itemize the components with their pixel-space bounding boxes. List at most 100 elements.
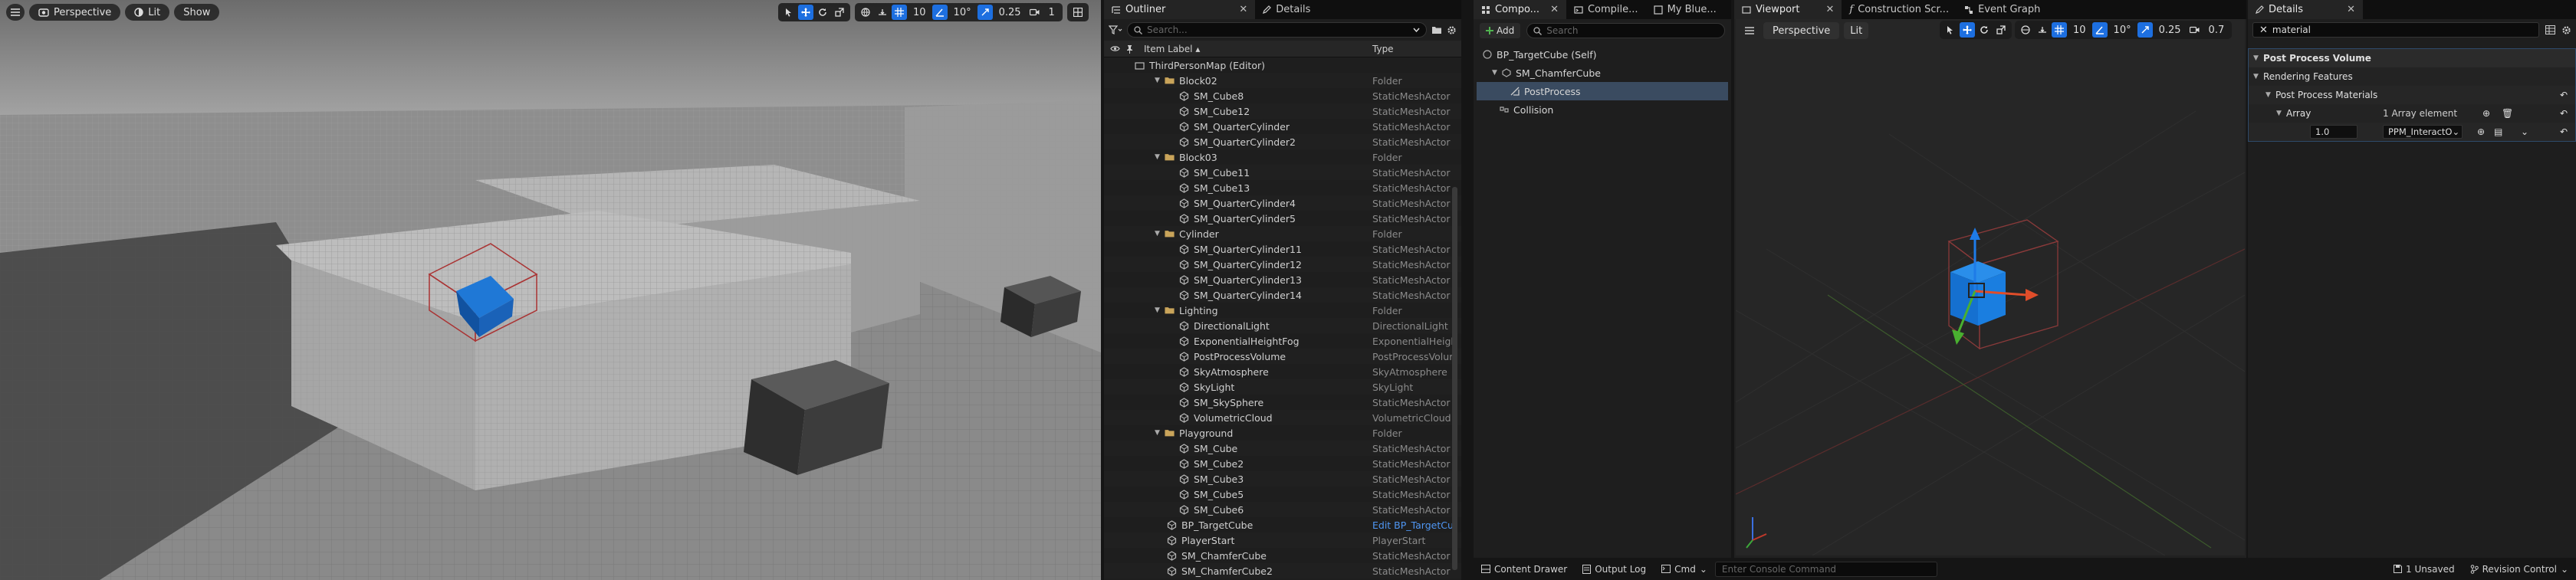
- col-type[interactable]: Type: [1372, 44, 1394, 54]
- outliner-actor-row[interactable]: SM_Cube5 StaticMeshActor: [1104, 487, 1461, 502]
- surface-snap-button[interactable]: [875, 5, 890, 20]
- rotation-snap-value[interactable]: 10°: [949, 7, 976, 18]
- browse-icon[interactable]: ▤: [2494, 126, 2502, 137]
- translate-mode-button[interactable]: [1960, 22, 1975, 38]
- chevron-down-icon[interactable]: ▼: [2276, 110, 2284, 117]
- outliner-actor-row[interactable]: SM_Cube13 StaticMeshActor: [1104, 180, 1461, 195]
- viewport-options-button[interactable]: [6, 4, 25, 21]
- outliner-actor-row[interactable]: SM_QuarterCylinder14 StaticMeshActor: [1104, 287, 1461, 303]
- grid-snap-toggle[interactable]: [2052, 22, 2067, 38]
- outliner-folder-row[interactable]: ▼ Cylinder Folder: [1104, 226, 1461, 241]
- section-rendering-features[interactable]: ▼ Rendering Features: [2249, 67, 2575, 86]
- trash-icon[interactable]: 🗑: [2502, 108, 2513, 119]
- filter-icon[interactable]: [1109, 25, 1122, 34]
- chevron-down-icon[interactable]: ⌄: [2521, 126, 2528, 137]
- add-component-button[interactable]: Add: [1480, 23, 1521, 38]
- outliner-actor-row[interactable]: SM_QuarterCylinder2 StaticMeshActor: [1104, 134, 1461, 149]
- settings-gear-icon[interactable]: [2561, 25, 2571, 35]
- scale-snap-toggle[interactable]: [977, 5, 993, 20]
- outliner-folder-row[interactable]: ▼ Lighting Folder: [1104, 303, 1461, 318]
- outliner-actor-row[interactable]: VolumetricCloud VolumetricCloud: [1104, 410, 1461, 425]
- perspective-button[interactable]: Perspective: [29, 4, 121, 21]
- unsaved-button[interactable]: 1 Unsaved: [2386, 558, 2463, 580]
- camera-speed-button[interactable]: [2187, 22, 2203, 38]
- close-icon[interactable]: ✕: [1550, 4, 1559, 15]
- tab-compiler[interactable]: Compile...: [1566, 0, 1646, 19]
- world-local-button[interactable]: [2018, 22, 2033, 38]
- settings-gear-icon[interactable]: [1447, 25, 1457, 35]
- component-item[interactable]: ▼ SM_ChamferCube: [1477, 64, 1728, 82]
- show-button[interactable]: Show: [174, 4, 220, 21]
- outliner-folder-row[interactable]: ▼ Playground Folder: [1104, 425, 1461, 441]
- outliner-actor-row[interactable]: DirectionalLight DirectionalLight: [1104, 318, 1461, 333]
- outliner-actor-row[interactable]: PlayerStart PlayerStart: [1104, 532, 1461, 548]
- outliner-actor-row[interactable]: SM_QuarterCylinder4 StaticMeshActor: [1104, 195, 1461, 211]
- details-search-input[interactable]: ✕ material: [2252, 22, 2539, 38]
- outliner-actor-row[interactable]: SkyAtmosphere SkyAtmosphere: [1104, 364, 1461, 379]
- weight-input[interactable]: 1.0: [2310, 125, 2358, 139]
- outliner-actor-row[interactable]: SM_Cube12 StaticMeshActor: [1104, 103, 1461, 119]
- tab-my-blueprint[interactable]: My Blue...: [1645, 0, 1724, 19]
- layout-button-inner[interactable]: [1070, 5, 1086, 20]
- component-item[interactable]: BP_TargetCube (Self): [1477, 45, 1728, 64]
- outliner-actor-row[interactable]: SM_Cube6 StaticMeshActor: [1104, 502, 1461, 517]
- reset-arrow-icon[interactable]: ↶: [2560, 108, 2568, 119]
- section-post-process-materials[interactable]: ▼ Post Process Materials ↶: [2249, 86, 2575, 104]
- outliner-actor-row[interactable]: SM_QuarterCylinder12 StaticMeshActor: [1104, 257, 1461, 272]
- outliner-actor-row[interactable]: SM_QuarterCylinder13 StaticMeshActor: [1104, 272, 1461, 287]
- outliner-actor-row[interactable]: SM_Cube3 StaticMeshActor: [1104, 471, 1461, 487]
- outliner-actor-row[interactable]: SM_QuarterCylinder StaticMeshActor: [1104, 119, 1461, 134]
- tab-construction-script[interactable]: f Construction Scr...: [1842, 0, 1957, 19]
- grid-snap-value[interactable]: 10: [909, 7, 931, 18]
- outliner-actor-row[interactable]: SkyLight SkyLight: [1104, 379, 1461, 395]
- outliner-actor-row[interactable]: SM_Cube StaticMeshActor: [1104, 441, 1461, 456]
- outliner-root-row[interactable]: ThirdPersonMap (Editor): [1104, 57, 1461, 73]
- view-mode-button[interactable]: Lit: [125, 4, 170, 21]
- console-command-input[interactable]: Enter Console Command: [1714, 561, 1937, 577]
- table-view-icon[interactable]: [2545, 25, 2555, 34]
- cmd-dropdown[interactable]: Cmd ⌄: [1654, 558, 1715, 580]
- rotation-snap-value[interactable]: 10°: [2109, 25, 2136, 36]
- chevron-down-icon[interactable]: ▼: [1492, 69, 1500, 77]
- chevron-down-icon[interactable]: ▼: [1155, 77, 1162, 84]
- close-icon[interactable]: ✕: [2347, 4, 2355, 15]
- add-element-icon[interactable]: ⊕: [2477, 126, 2485, 137]
- grid-snap-toggle[interactable]: [892, 5, 907, 20]
- rotate-mode-button[interactable]: [815, 5, 830, 20]
- outliner-scrollbar[interactable]: [1452, 187, 1457, 570]
- chevron-down-icon[interactable]: ▼: [1155, 230, 1162, 238]
- tab-details-left[interactable]: Details: [1255, 0, 1319, 19]
- material-dropdown[interactable]: PPM_InteractO ⌄: [2383, 125, 2463, 139]
- content-drawer-button[interactable]: Content Drawer: [1474, 558, 1575, 580]
- tab-components[interactable]: Compo... ✕: [1474, 0, 1566, 19]
- outliner-actor-row[interactable]: SM_Cube11 StaticMeshActor: [1104, 165, 1461, 180]
- rotation-snap-toggle[interactable]: [932, 5, 948, 20]
- tab-viewport[interactable]: Viewport ✕: [1734, 0, 1842, 19]
- level-viewport[interactable]: Perspective Lit Show 10 10° 0.25 1: [0, 0, 1101, 580]
- section-post-process-volume[interactable]: ▼ Post Process Volume: [2249, 49, 2575, 67]
- rotate-mode-button[interactable]: [1976, 22, 1992, 38]
- close-icon[interactable]: ✕: [1826, 4, 1835, 15]
- close-icon[interactable]: ✕: [1239, 4, 1247, 15]
- scale-mode-button[interactable]: [1993, 22, 2009, 38]
- layout-button[interactable]: [1066, 3, 1089, 21]
- chevron-down-icon[interactable]: ▼: [1155, 153, 1162, 161]
- outliner-actor-row[interactable]: SM_Cube2 StaticMeshActor: [1104, 456, 1461, 471]
- select-mode-button[interactable]: [781, 5, 797, 20]
- outliner-actor-row[interactable]: SM_SkySphere StaticMeshActor: [1104, 395, 1461, 410]
- scale-snap-value[interactable]: 0.25: [2154, 25, 2186, 36]
- bp-perspective-button[interactable]: Perspective: [1763, 22, 1840, 39]
- component-item[interactable]: Collision: [1477, 100, 1728, 119]
- outliner-actor-row[interactable]: SM_QuarterCylinder5 StaticMeshActor: [1104, 211, 1461, 226]
- chevron-down-icon[interactable]: ▼: [1155, 429, 1162, 437]
- outliner-actor-row[interactable]: BP_TargetCube Edit BP_TargetCub: [1104, 517, 1461, 532]
- reset-arrow-icon[interactable]: ↶: [2560, 126, 2568, 137]
- bp-viewport-options-button[interactable]: [1740, 22, 1759, 39]
- chevron-down-icon[interactable]: ▼: [1155, 306, 1162, 314]
- outliner-actor-row[interactable]: SM_QuarterCylinder11 StaticMeshActor: [1104, 241, 1461, 257]
- outliner-actor-row[interactable]: SM_ChamferCube2 StaticMeshActor: [1104, 563, 1461, 578]
- tab-outliner[interactable]: Outliner ✕: [1104, 0, 1256, 19]
- rotation-snap-toggle[interactable]: [2091, 22, 2108, 38]
- scale-snap-value[interactable]: 0.25: [994, 7, 1026, 18]
- bp-lit-button[interactable]: Lit: [1844, 22, 1869, 39]
